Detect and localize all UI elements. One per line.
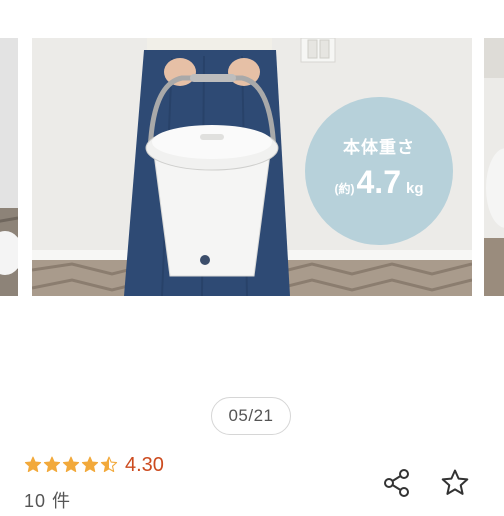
carousel-current-slide[interactable]: 本体重さ (約) 4.7 kg <box>32 38 472 296</box>
rating-value: 4.30 <box>125 453 164 476</box>
carousel-next-slide[interactable] <box>484 38 504 296</box>
badge-title: 本体重さ <box>343 138 415 157</box>
badge-prefix: (約) <box>334 182 355 196</box>
rating-row[interactable]: 4.30 <box>24 452 164 478</box>
carousel-previous-slide[interactable] <box>0 38 18 296</box>
weight-badge: 本体重さ (約) 4.7 kg <box>305 97 453 245</box>
review-count[interactable]: 10 件 <box>24 487 71 513</box>
rating-star-icon <box>81 456 99 473</box>
star-outline-icon <box>441 469 469 495</box>
star-rating <box>24 456 119 474</box>
image-carousel[interactable]: 本体重さ (約) 4.7 kg <box>0 0 504 302</box>
favorite-button[interactable] <box>440 468 470 498</box>
rating-star-icon <box>62 456 80 473</box>
rating-star-icon <box>100 456 118 473</box>
slide-counter: 05/21 <box>211 397 291 435</box>
share-icon <box>384 469 409 497</box>
badge-weight-value: 4.7 <box>356 164 401 200</box>
share-button[interactable] <box>382 468 412 498</box>
rating-star-icon <box>43 456 61 473</box>
rating-star-icon <box>24 456 42 473</box>
badge-weight-unit: kg <box>405 180 424 197</box>
